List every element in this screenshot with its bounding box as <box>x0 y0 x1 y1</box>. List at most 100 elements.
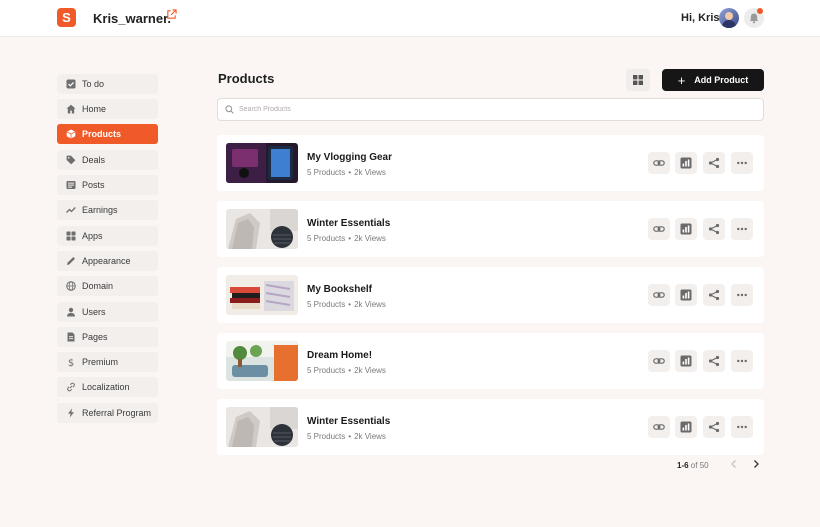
product-count: 5 Products <box>307 300 346 309</box>
sidebar-item-domain[interactable]: Domain <box>57 276 158 296</box>
bar-chart-icon <box>680 157 692 169</box>
sidebar-item-apps[interactable]: Apps <box>57 226 158 246</box>
avatar[interactable] <box>719 8 739 28</box>
analytics-button[interactable] <box>675 350 697 372</box>
link-icon <box>653 355 665 367</box>
sidebar-item-label: Users <box>82 307 106 317</box>
sidebar-item-products[interactable]: Products <box>57 124 158 144</box>
product-thumbnail[interactable] <box>226 341 298 381</box>
product-card[interactable]: Dream Home! 5 Products • 2k Views <box>217 333 764 389</box>
sidebar-item-label: Apps <box>82 231 103 241</box>
separator-dot: • <box>348 432 352 441</box>
copy-link-button[interactable] <box>648 218 670 240</box>
more-dots-icon <box>736 355 748 367</box>
sidebar-item-users[interactable]: Users <box>57 302 158 322</box>
share-icon <box>708 421 720 433</box>
sidebar-item-earnings[interactable]: Earnings <box>57 200 158 220</box>
link-icon <box>653 157 665 169</box>
sidebar-item-referral[interactable]: Referral Program <box>57 403 158 423</box>
share-button[interactable] <box>703 152 725 174</box>
next-page-button[interactable] <box>752 459 760 472</box>
sidebar-item-deals[interactable]: Deals <box>57 150 158 170</box>
product-card[interactable]: My Vlogging Gear 5 Products • 2k Views <box>217 135 764 191</box>
product-thumbnail[interactable] <box>226 407 298 447</box>
sidebar-item-label: Deals <box>82 155 106 165</box>
notification-dot <box>757 8 763 14</box>
tag-icon <box>66 155 76 165</box>
more-options-button[interactable] <box>731 152 753 174</box>
plus-icon: + <box>677 72 686 88</box>
grid-view-button[interactable] <box>626 69 650 91</box>
search-input[interactable] <box>239 106 739 113</box>
copy-link-button[interactable] <box>648 152 670 174</box>
sidebar-item-posts[interactable]: Posts <box>57 175 158 195</box>
analytics-button[interactable] <box>675 416 697 438</box>
page-title: Products <box>218 71 275 86</box>
link-icon <box>653 223 665 235</box>
notifications-button[interactable] <box>744 8 764 28</box>
more-dots-icon <box>736 421 748 433</box>
link-icon <box>66 382 76 392</box>
more-options-button[interactable] <box>731 350 753 372</box>
analytics-button[interactable] <box>675 152 697 174</box>
external-link-icon[interactable] <box>166 9 177 20</box>
sidebar-item-appearance[interactable]: Appearance <box>57 251 158 271</box>
previous-page-button[interactable] <box>730 459 738 472</box>
copy-link-button[interactable] <box>648 284 670 306</box>
sidebar-item-pages[interactable]: Pages <box>57 327 158 347</box>
more-options-button[interactable] <box>731 218 753 240</box>
separator-dot: • <box>348 366 352 375</box>
brand-name: Kris_warner. <box>93 11 172 26</box>
page-icon <box>66 332 76 342</box>
product-thumbnail[interactable] <box>226 275 298 315</box>
grid-icon <box>633 75 643 85</box>
add-product-button[interactable]: + Add Product <box>662 69 764 91</box>
copy-link-button[interactable] <box>648 416 670 438</box>
product-thumbnail[interactable] <box>226 209 298 249</box>
sidebar-item-todo[interactable]: To do <box>57 74 158 94</box>
copy-link-button[interactable] <box>648 350 670 372</box>
more-options-button[interactable] <box>731 416 753 438</box>
product-views: 2k Views <box>354 300 386 309</box>
product-thumbnail[interactable] <box>226 143 298 183</box>
more-dots-icon <box>736 157 748 169</box>
sidebar-item-premium[interactable]: $ Premium <box>57 352 158 372</box>
product-meta: 5 Products • 2k Views <box>307 168 386 177</box>
sidebar-item-label: Premium <box>82 357 119 367</box>
pagination-total: of 50 <box>690 461 709 470</box>
analytics-button[interactable] <box>675 218 697 240</box>
sidebar-item-home[interactable]: Home <box>57 99 158 119</box>
product-meta: 5 Products • 2k Views <box>307 366 386 375</box>
user-icon <box>66 307 76 317</box>
app-logo[interactable]: S <box>57 8 76 27</box>
product-title[interactable]: My Bookshelf <box>307 284 372 295</box>
product-views: 2k Views <box>354 366 386 375</box>
search-icon <box>225 105 234 114</box>
product-title[interactable]: Winter Essentials <box>307 218 390 229</box>
link-icon <box>653 289 665 301</box>
product-card[interactable]: My Bookshelf 5 Products • 2k Views <box>217 267 764 323</box>
bolt-icon <box>66 408 76 418</box>
analytics-button[interactable] <box>675 284 697 306</box>
more-dots-icon <box>736 289 748 301</box>
bar-chart-icon <box>680 223 692 235</box>
share-icon <box>708 355 720 367</box>
add-product-label: Add Product <box>694 75 749 85</box>
more-options-button[interactable] <box>731 284 753 306</box>
chevron-left-icon <box>731 460 736 468</box>
pagination-range: 1-6 <box>677 461 689 470</box>
sidebar-item-localization[interactable]: Localization <box>57 377 158 397</box>
share-button[interactable] <box>703 416 725 438</box>
sidebar-item-label: Pages <box>82 332 108 342</box>
product-title[interactable]: My Vlogging Gear <box>307 152 392 163</box>
product-card[interactable]: Winter Essentials 5 Products • 2k Views <box>217 399 764 455</box>
product-title[interactable]: Winter Essentials <box>307 416 390 427</box>
product-title[interactable]: Dream Home! <box>307 350 372 361</box>
product-card[interactable]: Winter Essentials 5 Products • 2k Views <box>217 201 764 257</box>
share-button[interactable] <box>703 218 725 240</box>
sidebar-item-label: Home <box>82 104 107 114</box>
link-icon <box>653 421 665 433</box>
product-meta: 5 Products • 2k Views <box>307 234 386 243</box>
share-button[interactable] <box>703 350 725 372</box>
share-button[interactable] <box>703 284 725 306</box>
